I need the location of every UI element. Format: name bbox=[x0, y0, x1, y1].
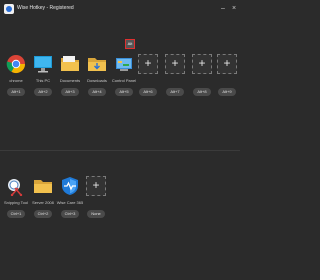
hotkey-badge[interactable]: Alt+1 bbox=[7, 88, 25, 96]
hotkey-badge[interactable]: Alt+7 bbox=[166, 88, 184, 96]
hotkey-badge[interactable]: Ctrl+2 bbox=[34, 210, 52, 218]
hotkey-badge[interactable]: Ctrl+1 bbox=[7, 210, 25, 218]
row-divider bbox=[0, 150, 240, 151]
app-logo-icon bbox=[4, 4, 14, 14]
control-panel-icon bbox=[116, 58, 132, 71]
monitor-icon bbox=[34, 56, 52, 73]
hotkey-badge[interactable]: Alt+5 bbox=[115, 88, 133, 96]
hotkey-badge[interactable]: None bbox=[87, 210, 105, 218]
add-shortcut-button[interactable]: + bbox=[217, 54, 237, 74]
chrome-icon bbox=[6, 55, 26, 74]
title-bar: Wise Hotkey - Registered – × bbox=[0, 0, 240, 20]
slot-label: Wise Care 365 bbox=[56, 200, 84, 205]
slot-label: Control Panel bbox=[111, 78, 137, 83]
hotkey-badge[interactable]: Ctrl+3 bbox=[61, 210, 79, 218]
hotkey-badge[interactable]: Alt+4 bbox=[88, 88, 106, 96]
add-shortcut-button[interactable]: + bbox=[192, 54, 212, 74]
add-shortcut-button[interactable]: + bbox=[138, 54, 158, 74]
folder-icon bbox=[61, 56, 79, 71]
hotkey-badge[interactable]: Alt+8 bbox=[193, 88, 211, 96]
folder-icon bbox=[34, 180, 52, 193]
folder-icon bbox=[88, 58, 106, 71]
scissors-icon bbox=[8, 179, 23, 196]
hotkey-badge[interactable]: Alt+6 bbox=[139, 88, 157, 96]
window-title: Wise Hotkey - Registered bbox=[17, 5, 74, 11]
hotkey-badge[interactable]: Alt+9 bbox=[218, 88, 236, 96]
add-shortcut-button[interactable]: + bbox=[165, 54, 185, 74]
hotkey-badge[interactable]: Alt+3 bbox=[61, 88, 79, 96]
highlight-badge: Alt bbox=[125, 39, 135, 49]
minimize-button[interactable]: – bbox=[218, 4, 228, 14]
hotkey-badge[interactable]: Alt+2 bbox=[34, 88, 52, 96]
close-button[interactable]: × bbox=[229, 4, 239, 14]
shield-icon bbox=[62, 177, 78, 195]
add-shortcut-button[interactable]: + bbox=[86, 176, 106, 196]
